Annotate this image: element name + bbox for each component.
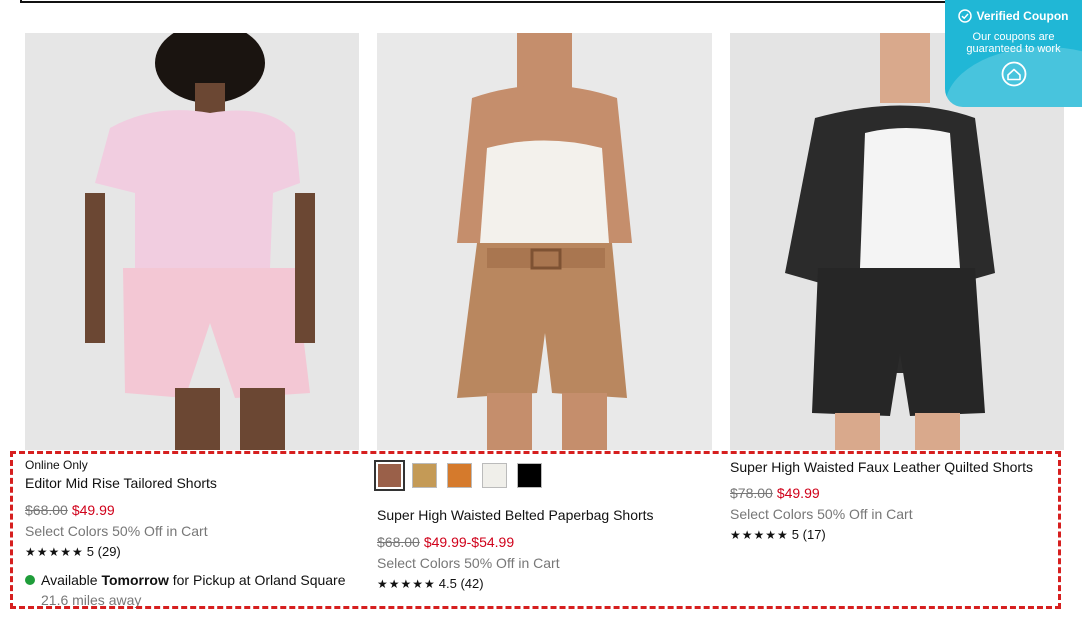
- verified-coupon-widget[interactable]: Verified Coupon Our coupons are guarante…: [945, 0, 1082, 107]
- product-card[interactable]: Online Only Editor Mid Rise Tailored Sho…: [25, 33, 359, 608]
- coupon-title: Verified Coupon: [945, 9, 1082, 23]
- product-image[interactable]: [25, 33, 359, 450]
- coupon-title-text: Verified Coupon: [976, 9, 1069, 23]
- highlight-box: [10, 451, 1061, 609]
- coupon-logo-icon[interactable]: [1001, 61, 1027, 87]
- check-circle-icon: [958, 9, 973, 23]
- product-image[interactable]: [377, 33, 712, 450]
- product-card[interactable]: Super High Waisted Belted Paperbag Short…: [374, 33, 712, 591]
- coupon-subtitle: Our coupons are guaranteed to work: [966, 31, 1061, 55]
- top-frame-border: [20, 0, 1040, 3]
